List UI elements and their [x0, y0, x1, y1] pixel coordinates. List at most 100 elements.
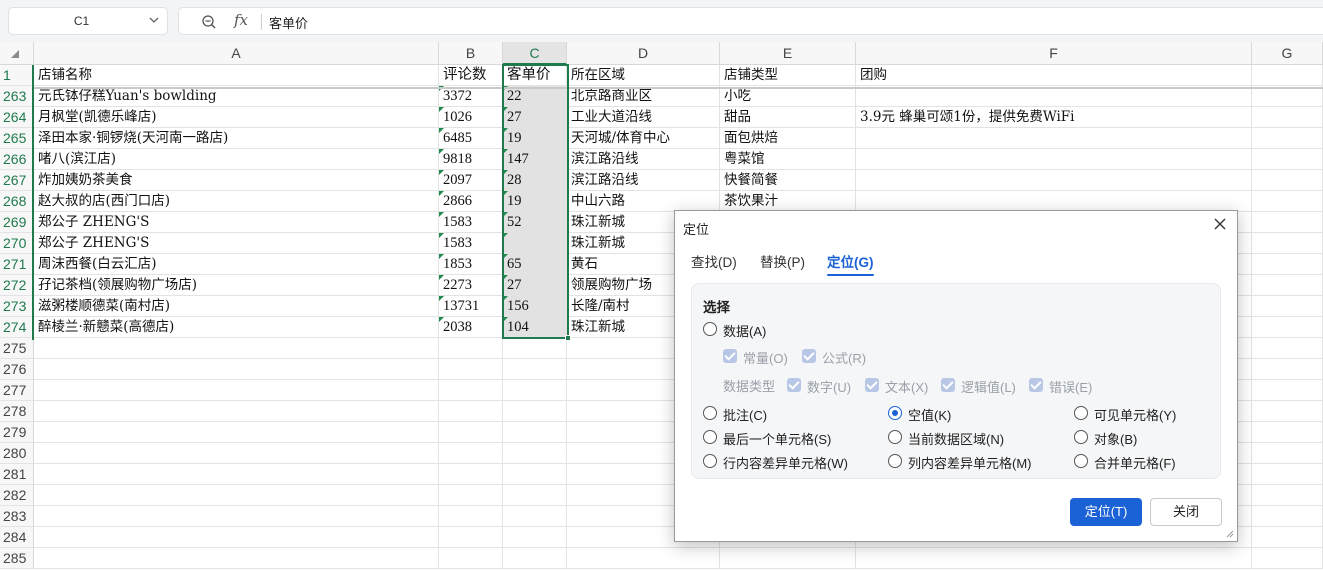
cell-g[interactable] — [1252, 380, 1323, 401]
cell-a[interactable] — [34, 338, 439, 359]
cell-a[interactable] — [34, 485, 439, 506]
cell-c[interactable]: 28 — [503, 170, 567, 191]
row-header[interactable]: 270 — [0, 233, 34, 254]
cell-b[interactable]: 1853 — [439, 254, 503, 275]
cell-b[interactable]: 3372 — [439, 86, 503, 107]
cell-f[interactable]: 3.9元 蜂巢可颂1份，提供免费WiFi — [856, 107, 1252, 128]
cell-g[interactable] — [1252, 527, 1323, 548]
cell-c[interactable]: 65 — [503, 254, 567, 275]
tab-replace[interactable]: 替换(P) — [760, 251, 805, 271]
radio-button[interactable] — [1074, 454, 1088, 468]
cell-c[interactable] — [503, 485, 567, 506]
cell-b[interactable] — [439, 359, 503, 380]
cell-g[interactable] — [1252, 338, 1323, 359]
cell-a[interactable] — [34, 380, 439, 401]
cell-a[interactable]: 孖记茶档(领展购物广场店) — [34, 275, 439, 296]
radio-button[interactable] — [888, 454, 902, 468]
cell-a[interactable]: 啫八(滨江店) — [34, 149, 439, 170]
cell-c[interactable] — [503, 338, 567, 359]
cell-a[interactable] — [34, 548, 439, 569]
cell-g[interactable] — [1252, 149, 1323, 170]
cell-g[interactable] — [1252, 170, 1323, 191]
cell-g[interactable] — [1252, 506, 1323, 527]
cell-a[interactable]: 醉棱兰·新戆菜(高德店) — [34, 317, 439, 338]
cell-f[interactable] — [856, 128, 1252, 149]
cell-b[interactable] — [439, 380, 503, 401]
function-icon[interactable]: fx — [234, 11, 248, 29]
cell-b[interactable]: 2038 — [439, 317, 503, 338]
cell-d[interactable]: 滨江路沿线 — [567, 170, 720, 191]
cell-a[interactable]: 炸加姨奶茶美食 — [34, 170, 439, 191]
cell-g[interactable] — [1252, 485, 1323, 506]
cell-g[interactable] — [1252, 86, 1323, 107]
cell-b[interactable] — [439, 485, 503, 506]
cell-g[interactable] — [1252, 212, 1323, 233]
cell-g[interactable] — [1252, 443, 1323, 464]
cell-b[interactable]: 13731 — [439, 296, 503, 317]
radio-button-selected[interactable] — [888, 406, 902, 420]
cell-d[interactable]: 所在区域 — [567, 65, 720, 86]
cell-b[interactable] — [439, 527, 503, 548]
cell-c[interactable] — [503, 401, 567, 422]
cell-c[interactable]: 19 — [503, 191, 567, 212]
row-header[interactable]: 268 — [0, 191, 34, 212]
row-header[interactable]: 267 — [0, 170, 34, 191]
cell-d[interactable]: 天河城/体育中心 — [567, 128, 720, 149]
cell-b[interactable]: 1026 — [439, 107, 503, 128]
radio-button[interactable] — [1074, 430, 1088, 444]
row-header[interactable]: 285 — [0, 548, 34, 569]
column-header-e[interactable]: E — [720, 42, 856, 65]
cell-a[interactable]: 郑公子 ZHENG'S — [34, 233, 439, 254]
row-header[interactable]: 284 — [0, 527, 34, 548]
cell-f[interactable] — [856, 548, 1252, 569]
cell-c[interactable]: 27 — [503, 107, 567, 128]
radio-button[interactable] — [703, 454, 717, 468]
cell-b[interactable] — [439, 338, 503, 359]
cell-c[interactable] — [503, 380, 567, 401]
cell-e[interactable]: 店铺类型 — [720, 65, 856, 86]
cell-b[interactable]: 9818 — [439, 149, 503, 170]
cell-a[interactable] — [34, 464, 439, 485]
cell-g[interactable] — [1252, 464, 1323, 485]
select-all-corner[interactable] — [0, 42, 34, 65]
tab-find[interactable]: 查找(D) — [691, 251, 737, 271]
cell-g[interactable] — [1252, 359, 1323, 380]
column-header-b[interactable]: B — [439, 42, 503, 65]
cell-a[interactable] — [34, 359, 439, 380]
cell-b[interactable] — [439, 422, 503, 443]
cell-a[interactable]: 赵大叔的店(西门口店) — [34, 191, 439, 212]
row-header[interactable]: 272 — [0, 275, 34, 296]
zoom-icon[interactable] — [201, 14, 217, 30]
close-button[interactable]: 关闭 — [1150, 498, 1222, 526]
row-header[interactable]: 277 — [0, 380, 34, 401]
row-header[interactable]: 281 — [0, 464, 34, 485]
resize-grip-icon[interactable] — [1226, 530, 1234, 538]
cell-d[interactable] — [567, 548, 720, 569]
cell-g[interactable] — [1252, 233, 1323, 254]
row-header[interactable]: 269 — [0, 212, 34, 233]
cell-c[interactable] — [503, 233, 567, 254]
locate-button[interactable]: 定位(T) — [1070, 498, 1142, 526]
cell-b[interactable]: 1583 — [439, 212, 503, 233]
cell-c[interactable]: 147 — [503, 149, 567, 170]
row-header[interactable]: 275 — [0, 338, 34, 359]
cell-e[interactable]: 粤菜馆 — [720, 149, 856, 170]
chevron-down-icon[interactable] — [149, 13, 159, 27]
cell-c[interactable]: 19 — [503, 128, 567, 149]
cell-e[interactable]: 面包烘焙 — [720, 128, 856, 149]
cell-a[interactable] — [34, 443, 439, 464]
radio-button[interactable] — [703, 430, 717, 444]
cell-c[interactable]: 156 — [503, 296, 567, 317]
cell-g[interactable] — [1252, 254, 1323, 275]
tab-goto[interactable]: 定位(G) — [827, 251, 874, 276]
cell-c[interactable] — [503, 527, 567, 548]
cell-b[interactable] — [439, 506, 503, 527]
cell-f[interactable] — [856, 191, 1252, 212]
cell-c[interactable]: 22 — [503, 86, 567, 107]
cell-f[interactable] — [856, 170, 1252, 191]
column-header-d[interactable]: D — [567, 42, 720, 65]
cell-f[interactable]: 团购 — [856, 65, 1252, 86]
cell-g[interactable] — [1252, 296, 1323, 317]
cell-c[interactable] — [503, 422, 567, 443]
column-header-a[interactable]: A — [34, 42, 439, 65]
